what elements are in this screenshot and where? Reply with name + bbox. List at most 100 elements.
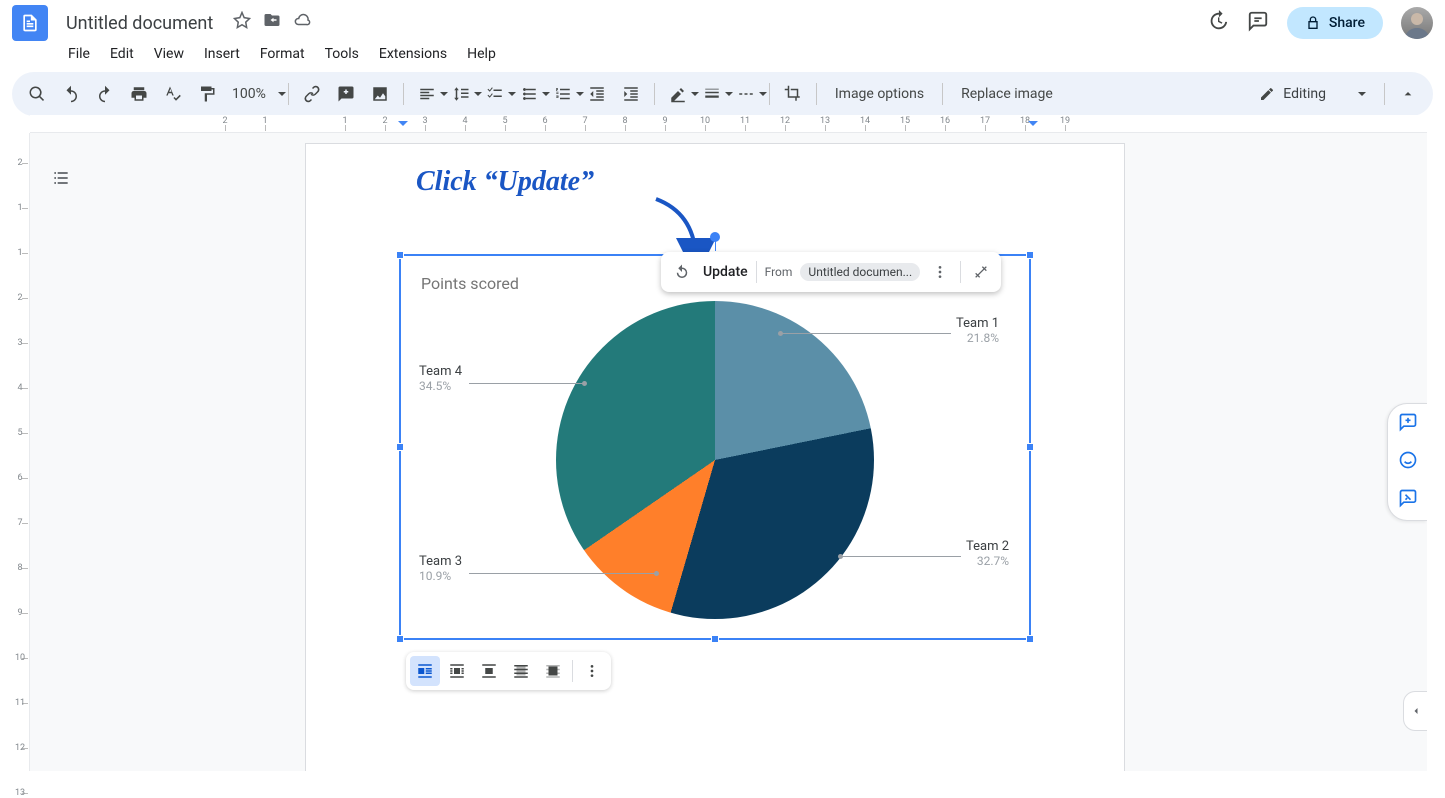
comments-icon[interactable] — [1247, 10, 1269, 36]
resize-handle-bl[interactable] — [396, 635, 404, 643]
spellcheck-icon[interactable] — [158, 79, 188, 109]
label-team4-pct: 34.5% — [419, 379, 462, 393]
document-canvas[interactable]: Click “Update” Update From Untitled do — [30, 133, 1427, 771]
behind-text-icon[interactable] — [506, 656, 536, 686]
lock-icon — [1305, 15, 1321, 31]
border-dash-icon[interactable] — [731, 79, 761, 109]
document-title[interactable]: Untitled document — [60, 11, 219, 36]
leader-team2 — [841, 556, 961, 557]
indent-marker-right[interactable] — [1028, 121, 1038, 131]
print-icon[interactable] — [124, 79, 154, 109]
crop-icon[interactable] — [778, 79, 808, 109]
separator — [1384, 83, 1385, 105]
menu-view[interactable]: View — [146, 42, 192, 66]
border-color-icon[interactable] — [663, 79, 693, 109]
share-button[interactable]: Share — [1287, 7, 1383, 39]
paint-format-icon[interactable] — [192, 79, 222, 109]
leader-team3 — [469, 573, 656, 574]
separator — [942, 83, 943, 105]
menu-help[interactable]: Help — [459, 42, 504, 66]
emoji-reaction-icon[interactable] — [1398, 450, 1418, 474]
undo-icon[interactable] — [56, 79, 86, 109]
add-comment-rail-icon[interactable] — [1398, 412, 1418, 436]
leader-team4 — [469, 383, 584, 384]
annotation-text: Click “Update” — [416, 166, 594, 198]
menu-format[interactable]: Format — [252, 42, 313, 66]
update-button[interactable]: Update — [703, 264, 748, 280]
resize-handle-br[interactable] — [1026, 635, 1034, 643]
chart-image-selection[interactable]: Update From Untitled documen... Points s… — [399, 254, 1031, 640]
search-icon[interactable] — [22, 79, 52, 109]
outline-toggle-icon[interactable] — [44, 161, 78, 195]
numbered-list-icon[interactable] — [548, 79, 578, 109]
more-options-icon[interactable] — [577, 656, 607, 686]
border-weight-icon[interactable] — [697, 79, 727, 109]
docs-app-icon[interactable] — [12, 5, 48, 41]
ruler-vertical[interactable]: 2112345678910111213 — [12, 133, 30, 771]
menu-insert[interactable]: Insert — [196, 42, 248, 66]
image-options-button[interactable]: Image options — [825, 79, 934, 109]
unlink-icon[interactable] — [969, 260, 993, 284]
rotate-handle[interactable] — [710, 232, 720, 242]
insert-image-icon[interactable] — [365, 79, 395, 109]
menu-edit[interactable]: Edit — [102, 42, 142, 66]
suggest-edits-icon[interactable] — [1398, 488, 1418, 512]
wrap-text-icon[interactable] — [442, 656, 472, 686]
align-icon[interactable] — [412, 79, 442, 109]
zoom-value: 100% — [232, 86, 266, 102]
zoom-select[interactable]: 100% — [226, 79, 280, 109]
line-spacing-icon[interactable] — [446, 79, 476, 109]
indent-decrease-icon[interactable] — [582, 79, 612, 109]
page[interactable]: Click “Update” Update From Untitled do — [305, 143, 1125, 771]
pencil-icon — [1259, 86, 1275, 102]
comment-rail — [1387, 403, 1427, 521]
separator — [960, 261, 961, 283]
separator — [816, 83, 817, 105]
label-team1: Team 1 21.8% — [956, 316, 999, 345]
account-avatar[interactable] — [1401, 7, 1433, 39]
label-team1-name: Team 1 — [956, 316, 999, 331]
wrap-inline-icon[interactable] — [410, 656, 440, 686]
separator — [403, 83, 404, 105]
resize-handle-tl[interactable] — [396, 251, 404, 259]
menu-tools[interactable]: Tools — [317, 42, 367, 66]
indent-increase-icon[interactable] — [616, 79, 646, 109]
separator — [288, 83, 289, 105]
add-comment-icon[interactable] — [331, 79, 361, 109]
ruler-horizontal[interactable]: 2112345678910111213141516171819 — [30, 115, 1427, 133]
title-area: Untitled document — [60, 11, 1207, 36]
from-label: From — [765, 265, 793, 279]
replace-image-button[interactable]: Replace image — [951, 79, 1063, 109]
indent-marker-left[interactable] — [398, 121, 408, 131]
leader-team1 — [781, 333, 951, 334]
menu-file[interactable]: File — [60, 42, 98, 66]
editing-mode-label: Editing — [1283, 86, 1326, 102]
label-team2: Team 2 32.7% — [966, 539, 1009, 568]
separator — [572, 660, 573, 682]
share-label: Share — [1329, 15, 1365, 31]
refresh-icon[interactable] — [669, 259, 695, 285]
history-icon[interactable] — [1207, 10, 1229, 36]
bullet-list-icon[interactable] — [514, 79, 544, 109]
resize-handle-mr[interactable] — [1026, 443, 1034, 451]
label-team3-pct: 10.9% — [419, 569, 462, 583]
editing-mode-button[interactable]: Editing — [1249, 86, 1376, 102]
label-team4-name: Team 4 — [419, 364, 462, 379]
collapse-toolbar-icon[interactable] — [1393, 79, 1423, 109]
redo-icon[interactable] — [90, 79, 120, 109]
side-panel-toggle[interactable] — [1403, 691, 1427, 731]
break-text-icon[interactable] — [474, 656, 504, 686]
resize-handle-tr[interactable] — [1026, 251, 1034, 259]
infront-text-icon[interactable] — [538, 656, 568, 686]
move-icon[interactable] — [263, 11, 281, 33]
more-icon[interactable] — [928, 260, 952, 284]
link-icon[interactable] — [297, 79, 327, 109]
menu-extensions[interactable]: Extensions — [371, 42, 455, 66]
star-icon[interactable] — [233, 11, 251, 33]
resize-handle-bm[interactable] — [711, 635, 719, 643]
source-chip[interactable]: Untitled documen... — [800, 263, 920, 281]
resize-handle-ml[interactable] — [396, 443, 404, 451]
cloud-status-icon[interactable] — [293, 11, 311, 33]
checklist-icon[interactable] — [480, 79, 510, 109]
separator — [769, 83, 770, 105]
